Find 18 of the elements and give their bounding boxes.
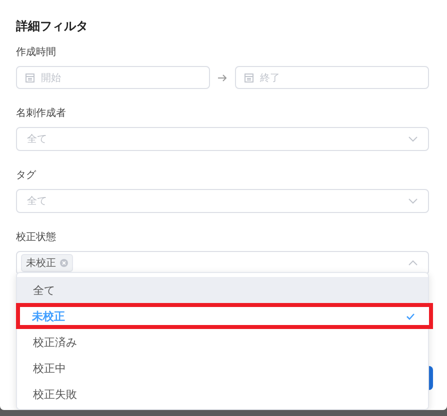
field-label: 校正状態 — [16, 230, 57, 243]
arrow-right-icon — [218, 74, 227, 82]
dialog-title: 詳細フィルタ — [16, 18, 89, 35]
dropdown-option[interactable]: 全て — [17, 277, 428, 303]
field-label: 名刺作成者 — [16, 106, 67, 119]
dropdown-option[interactable]: 校正中 — [17, 355, 428, 381]
calendar-icon — [25, 72, 35, 82]
dropdown-option[interactable]: 校正失敗 — [17, 381, 428, 407]
close-icon[interactable] — [60, 259, 68, 267]
chevron-down-icon — [408, 198, 418, 204]
check-icon — [406, 312, 415, 320]
field-label: 作成時間 — [16, 46, 57, 58]
dropdown-option[interactable]: 校正済み — [17, 329, 428, 355]
chevron-down-icon — [408, 136, 418, 142]
selected-tag[interactable]: 未校正 — [21, 254, 73, 272]
chevron-up-icon — [408, 260, 418, 266]
calendar-icon — [244, 72, 254, 82]
field-label: タグ — [16, 169, 37, 181]
